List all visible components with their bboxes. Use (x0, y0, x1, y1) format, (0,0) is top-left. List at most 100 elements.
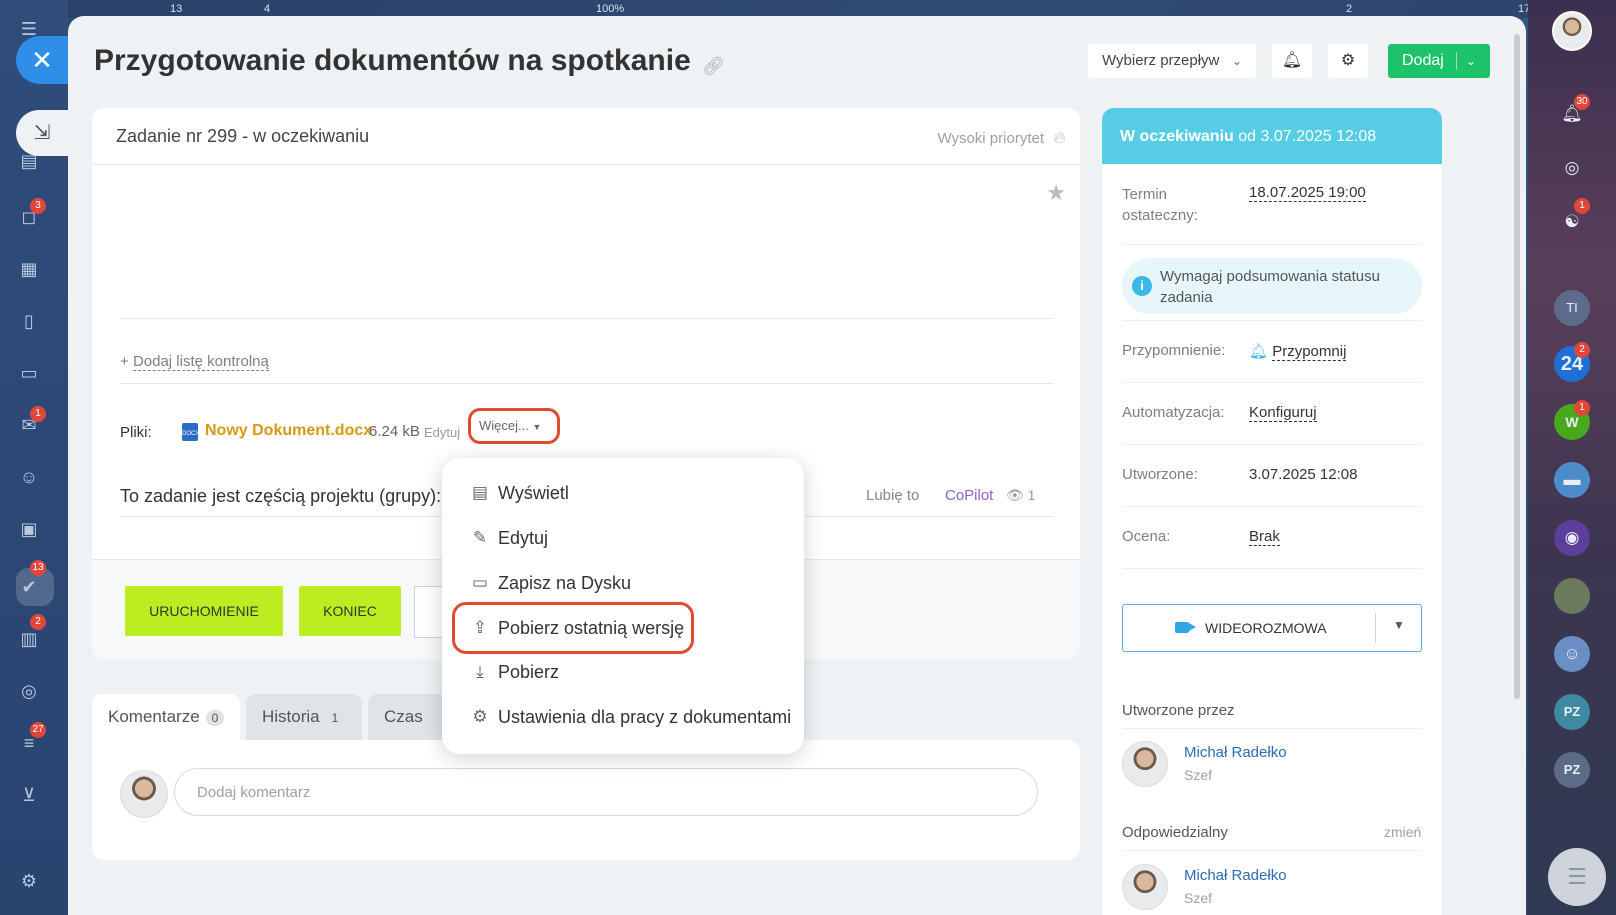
finish-button[interactable]: KONIEC (299, 586, 401, 636)
group-avatar[interactable] (1554, 578, 1590, 614)
tasks-icon[interactable]: ✔ (18, 576, 40, 598)
chat-bubble-icon[interactable]: ▬ (1554, 462, 1590, 498)
reminder-value[interactable]: 🔔︎ Przypomnij (1249, 342, 1347, 361)
sites-icon[interactable]: ▣ (18, 518, 40, 540)
bell-icon[interactable]: 🔔︎ (1272, 44, 1312, 78)
bg-badge: 13 (170, 3, 183, 15)
eye-icon: 👁︎ (1006, 487, 1024, 503)
creator-name[interactable]: Michał Radełko (1184, 744, 1287, 761)
like-link[interactable]: Lubię to (866, 487, 919, 504)
created-by-label: Utworzone przez (1122, 702, 1235, 719)
download-icon: ⤓ (476, 662, 484, 681)
video-call-label: WIDEOROZMOWA (1205, 620, 1327, 636)
cart-icon[interactable]: ⊻ (18, 784, 40, 806)
project-line: To zadanie jest częścią projektu (grupy)… (120, 486, 442, 506)
status-state: W oczekiwaniu (1120, 128, 1234, 145)
close-icon[interactable]: ✕ (16, 36, 68, 84)
camera-icon (1175, 622, 1196, 633)
flame-icon[interactable]: 🔥︎ (1054, 128, 1066, 148)
menu-item-label: Pobierz (498, 662, 560, 682)
chat-list-icon[interactable]: ☰ (1548, 848, 1606, 906)
calendar-icon[interactable]: ▦ (18, 258, 40, 280)
video-call-separator (1375, 613, 1376, 643)
tab-time[interactable]: Czas (368, 694, 448, 740)
info-icon: i (1132, 276, 1152, 296)
docx-file-icon: DOCX (182, 423, 200, 441)
divider (1122, 568, 1422, 569)
reminder-link[interactable]: Przypomnij (1272, 343, 1347, 361)
file-edit-link[interactable]: Edytuj (424, 425, 460, 440)
link-icon[interactable]: 🔗︎ (702, 56, 725, 77)
change-responsible-link[interactable]: zmień (1384, 824, 1421, 840)
pulse-icon[interactable]: ◎ (1554, 150, 1590, 186)
tab-comments-count: 0 (205, 710, 225, 726)
crm-icon[interactable]: ▥ (18, 628, 40, 650)
divider (1122, 506, 1422, 507)
menu-item-label: Wyświetl (498, 483, 569, 503)
menu-item-label: Edytuj (498, 528, 549, 548)
w-badge: 1 (1574, 400, 1590, 416)
filter-badge: 27 (30, 722, 46, 738)
tab-history-count: 1 (325, 710, 345, 726)
comment-input[interactable]: Dodaj komentarz (174, 768, 1038, 816)
gear-icon[interactable]: ⚙ (1328, 44, 1368, 78)
drive-icon: ▭ (471, 573, 489, 592)
add-button[interactable]: Dodaj ⌄ (1388, 44, 1490, 78)
document-icon: ▤ (471, 483, 489, 502)
target-icon[interactable]: ◎ (18, 680, 40, 702)
divider (120, 383, 1054, 384)
settings-icon[interactable]: ⚙ (18, 870, 40, 892)
star-icon[interactable]: ★ (1046, 180, 1066, 206)
chat-badge: 1 (1574, 198, 1590, 214)
avatar[interactable] (1122, 741, 1168, 787)
add-button-separator (1456, 52, 1457, 70)
edit-icon: ✎ (472, 528, 488, 547)
flow-select[interactable]: Wybierz przepływ ⌄ (1088, 44, 1256, 78)
comments-box: Dodaj komentarz (92, 740, 1080, 860)
divider (1122, 320, 1422, 321)
file-more-button[interactable]: Więcej... ▼ (468, 408, 560, 444)
task-sidebar: Termin ostateczny: 18.07.2025 19:00 i Wy… (1102, 164, 1442, 915)
users-icon[interactable]: ☺ (18, 466, 40, 488)
divider (120, 318, 1054, 319)
tab-history[interactable]: Historia 1 (246, 694, 362, 740)
copilot-icon[interactable]: ◉ (1554, 520, 1590, 556)
menu-item-label: Pobierz ostatnią wersję (498, 618, 685, 638)
avatar[interactable] (1122, 864, 1168, 910)
crm-badge: 2 (30, 614, 46, 630)
tab-comments[interactable]: Komentarze 0 (92, 694, 240, 740)
file-more-label: Więcej... (479, 418, 529, 433)
copilot-link[interactable]: CoPilot (945, 487, 993, 504)
avatar (120, 770, 168, 818)
rating-label: Ocena: (1122, 528, 1171, 545)
video-call-button[interactable]: WIDEOROZMOWA ▼ (1122, 604, 1422, 652)
caret-down-icon[interactable]: ▼ (1393, 618, 1405, 632)
users-icon[interactable]: ☺ (1554, 636, 1590, 672)
user-avatar[interactable] (1552, 11, 1592, 51)
file-name-link[interactable]: Nowy Dokument.docx (205, 422, 372, 440)
pz-avatar[interactable]: PZ (1554, 694, 1590, 730)
tab-history-label: Historia (262, 707, 320, 726)
deadline-value[interactable]: 18.07.2025 19:00 (1249, 184, 1366, 202)
flow-select-label: Wybierz przepływ (1102, 52, 1220, 69)
automation-link[interactable]: Konfiguruj (1249, 404, 1317, 422)
deadline-label: Termin ostateczny: (1122, 186, 1198, 224)
status-since: od 3.07.2025 12:08 (1238, 128, 1377, 145)
chat-badge: 3 (30, 198, 46, 214)
file-size: 6.24 kB (369, 423, 420, 440)
document-icon[interactable]: ▯ (18, 310, 40, 332)
upload-icon: ⇪ (472, 618, 488, 637)
ti-avatar[interactable]: TI (1554, 290, 1590, 326)
scrollbar[interactable] (1514, 34, 1520, 699)
pz-avatar[interactable]: PZ (1554, 752, 1590, 788)
bg-zoom: 100% (596, 3, 625, 15)
responsible-name[interactable]: Michał Radełko (1184, 867, 1287, 884)
chevron-down-icon[interactable]: ⌄ (1466, 44, 1476, 78)
add-checklist-link[interactable]: + Dodaj listę kontrolną (120, 353, 269, 371)
priority-toggle[interactable]: Wysoki priorytet (937, 130, 1044, 147)
rating-link[interactable]: Brak (1249, 528, 1280, 546)
start-button[interactable]: URUCHOMIENIE (125, 586, 283, 636)
collapse-icon[interactable]: ⇲ (16, 110, 68, 156)
docx-icon-text: DOCX (182, 431, 200, 437)
drive-icon[interactable]: ▭ (18, 362, 40, 384)
